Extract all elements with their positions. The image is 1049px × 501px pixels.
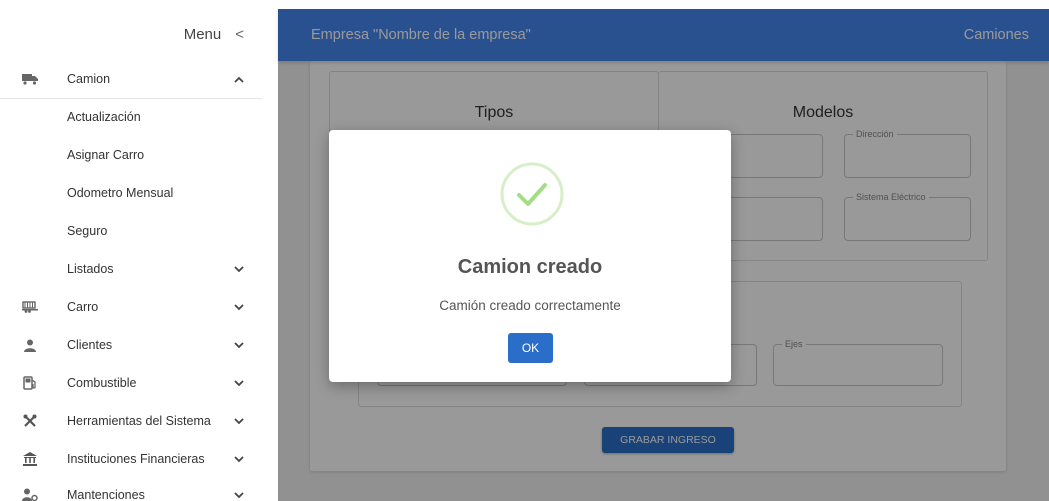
chevron-up-icon — [234, 74, 244, 84]
sidebar-item-label: Odometro Mensual — [67, 186, 174, 200]
sidebar-item-label: Seguro — [67, 224, 108, 238]
sidebar-item-label: Clientes — [67, 338, 113, 352]
user-icon — [22, 337, 38, 353]
sidebar: Menu < Camion Actualización Asignar Carr… — [0, 0, 262, 501]
menu-header: Menu < — [0, 0, 262, 68]
sidebar-item-mantenciones[interactable]: Mantenciones — [0, 476, 262, 501]
sidebar-item-odometro-mensual[interactable]: Odometro Mensual — [0, 174, 262, 212]
chevron-down-icon — [234, 490, 244, 500]
sidebar-item-actualizacion[interactable]: Actualización — [0, 98, 262, 136]
sidebar-item-herramientas-del-sistema[interactable]: Herramientas del Sistema — [0, 402, 262, 440]
dialog-message: Camión creado correctamente — [439, 298, 621, 313]
sidebar-item-label: Camion — [67, 72, 111, 86]
collapse-menu-button[interactable]: < — [235, 26, 244, 43]
truck-icon — [22, 71, 38, 87]
sidebar-item-label: Listados — [67, 262, 114, 276]
sidebar-item-label: Combustible — [67, 376, 137, 390]
success-dialog: Camion creado Camión creado correctament… — [329, 130, 731, 382]
sidebar-item-carro[interactable]: Carro — [0, 288, 262, 326]
chevron-down-icon — [234, 340, 244, 350]
tools-icon — [22, 413, 38, 429]
chevron-down-icon — [234, 378, 244, 388]
sidebar-item-label: Actualización — [67, 110, 141, 124]
chevron-down-icon — [234, 454, 244, 464]
sidebar-item-label: Herramientas del Sistema — [67, 414, 211, 428]
menu-title: Menu — [183, 25, 222, 43]
chevron-down-icon — [234, 302, 244, 312]
sidebar-item-clientes[interactable]: Clientes — [0, 326, 262, 364]
sidebar-item-seguro[interactable]: Seguro — [0, 212, 262, 250]
users-gear-icon — [22, 487, 38, 501]
sidebar-item-label: Instituciones Financieras — [67, 452, 205, 466]
sidebar-item-camion[interactable]: Camion — [0, 60, 262, 98]
sidebar-item-instituciones-financieras[interactable]: Instituciones Financieras — [0, 440, 262, 478]
chevron-down-icon — [234, 264, 244, 274]
sidebar-item-combustible[interactable]: Combustible — [0, 364, 262, 402]
sidebar-item-label: Mantenciones — [67, 488, 145, 501]
sidebar-item-listados[interactable]: Listados — [0, 250, 262, 288]
ok-button[interactable]: OK — [508, 333, 553, 363]
chevron-down-icon — [234, 416, 244, 426]
sidebar-item-asignar-carro[interactable]: Asignar Carro — [0, 136, 262, 174]
sidebar-item-label: Carro — [67, 300, 99, 314]
success-check-icon — [499, 161, 565, 227]
dialog-title: Camion creado — [457, 256, 603, 278]
trailer-icon — [22, 299, 38, 315]
fuel-icon — [22, 375, 38, 391]
sidebar-item-label: Asignar Carro — [67, 148, 145, 162]
bank-icon — [22, 451, 38, 467]
